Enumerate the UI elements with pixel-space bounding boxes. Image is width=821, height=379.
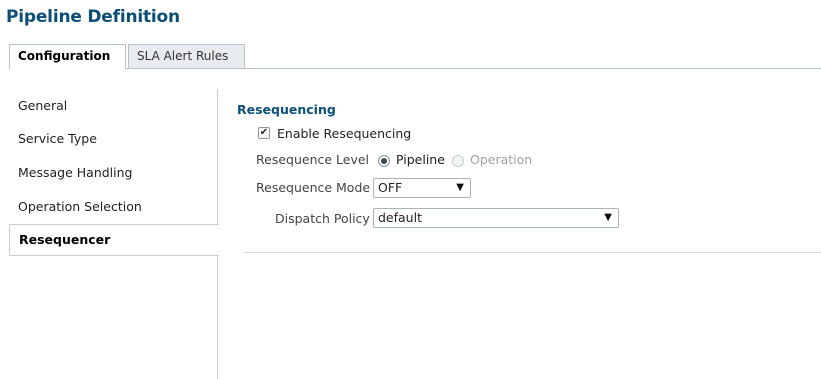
resequence-mode-value: OFF (378, 180, 403, 195)
enable-resequencing-label[interactable]: Enable Resequencing (277, 126, 411, 141)
sidebar-item-general[interactable]: General (9, 90, 218, 122)
chevron-down-icon: ▼ (604, 212, 612, 223)
radio-operation-label[interactable]: Operation (470, 152, 532, 167)
enable-resequencing-checkbox[interactable]: ✔ (258, 127, 270, 139)
resequence-mode-label: Resequence Mode (256, 180, 371, 195)
sidebar-item-service-type[interactable]: Service Type (9, 123, 218, 155)
page-title: Pipeline Definition (6, 7, 180, 27)
sidebar-item-resequencer[interactable]: Resequencer (9, 224, 219, 256)
section-title-resequencing: Resequencing (237, 102, 336, 117)
resequence-level-label: Resequence Level (256, 152, 370, 167)
tab-divider (9, 68, 821, 69)
dispatch-policy-value: default (378, 210, 422, 225)
chevron-down-icon: ▼ (456, 182, 464, 193)
radio-pipeline-label[interactable]: Pipeline (396, 152, 445, 167)
sidebar-item-operation-selection[interactable]: Operation Selection (9, 191, 218, 223)
resequence-mode-select[interactable]: OFF ▼ (373, 178, 471, 198)
radio-pipeline[interactable] (378, 155, 390, 167)
tab-sla-alert-rules[interactable]: SLA Alert Rules (128, 44, 245, 68)
dispatch-policy-select[interactable]: default ▼ (373, 208, 619, 228)
tab-configuration[interactable]: Configuration (9, 44, 126, 69)
sidebar-item-message-handling[interactable]: Message Handling (9, 157, 218, 189)
sidebar: General Service Type Message Handling Op… (9, 89, 219, 379)
dispatch-policy-label: Dispatch Policy (275, 211, 370, 226)
content-divider (244, 252, 821, 253)
radio-operation[interactable] (452, 155, 464, 167)
